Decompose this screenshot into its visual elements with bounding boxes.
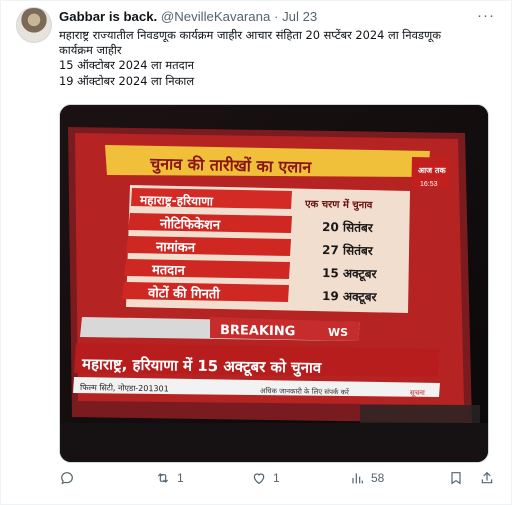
views-chart-icon xyxy=(352,473,363,484)
clock-text: 16:53 xyxy=(420,181,438,188)
like-count: 1 xyxy=(273,471,280,485)
like-button[interactable]: 1 xyxy=(251,470,280,486)
channel-logo-text: आज तक xyxy=(418,166,446,175)
retweet-count: 1 xyxy=(177,471,184,485)
tweet-text-line: 15 ऑक्टोबर 2024 ला मतदान xyxy=(59,58,194,73)
tweet-media-photo[interactable]: चुनाव की तारीखों का एलान आज तक 16:53 महा… xyxy=(59,104,489,463)
tv-row-value: 20 सितंबर xyxy=(322,220,374,235)
tv-row-label: नामांकन xyxy=(155,239,196,256)
bookmark-button[interactable] xyxy=(448,470,464,486)
reply-icon xyxy=(61,472,73,485)
tv-row-label: मतदान xyxy=(151,263,186,279)
share-button[interactable] xyxy=(479,470,495,486)
views-count: 58 xyxy=(371,471,385,485)
bookmark-icon xyxy=(451,472,461,485)
news-tag: WS xyxy=(328,326,348,339)
table-header-left: महाराष्ट्र-हरियाणा xyxy=(139,193,214,208)
views-button[interactable]: 58 xyxy=(349,470,384,486)
tweet-actions: 1 1 58 xyxy=(59,470,499,492)
breaking-label: BREAKING xyxy=(220,323,296,339)
tv-row-value: 27 सितंबर xyxy=(322,243,374,258)
tv-row-value: 15 अक्टूबर xyxy=(322,266,378,282)
tweet-date[interactable]: Jul 23 xyxy=(282,9,317,24)
tweet-text: महाराष्ट्र राज्यातील निवडणूक कार्यक्रम ज… xyxy=(59,28,499,89)
footer-mid: अधिक जानकारी के लिए संपर्क करें xyxy=(260,386,349,396)
footer-left: फिल्म सिटी, नोएडा-201301 xyxy=(80,382,169,393)
retweet-icon xyxy=(157,473,169,483)
tweet-header: Gabbar is back. @NevilleKavarana · Jul 2… xyxy=(59,9,317,24)
tv-row-label: वोटों की गिनती xyxy=(147,285,221,302)
header-separator: · xyxy=(273,9,279,24)
heart-icon xyxy=(253,473,265,485)
tweet-card[interactable]: Gabbar is back. @NevilleKavarana · Jul 2… xyxy=(0,0,512,505)
tv-row-label: नोटिफिकेशन xyxy=(159,216,221,233)
retweet-button[interactable]: 1 xyxy=(155,470,184,486)
tweet-text-line: कार्यक्रम जाहीर xyxy=(59,43,122,58)
reply-button[interactable] xyxy=(59,470,81,486)
tweet-text-line: 19 ऑक्टोबर 2024 ला निकाल xyxy=(59,73,195,88)
tweet-text-line: महाराष्ट्र राज्यातील निवडणूक कार्यक्रम ज… xyxy=(59,28,441,42)
more-options-icon[interactable]: ··· xyxy=(477,7,495,24)
share-icon xyxy=(481,471,493,484)
user-handle[interactable]: @NevilleKavarana xyxy=(161,9,270,24)
avatar[interactable] xyxy=(16,7,52,43)
tv-row-value: 19 अक्टूबर xyxy=(322,289,378,305)
tv-row-label-band xyxy=(124,259,290,279)
footer-right: सूचना xyxy=(410,389,425,397)
display-name[interactable]: Gabbar is back. xyxy=(59,9,157,24)
tv-screen-photo: चुनाव की तारीखों का एलान आज तक 16:53 महा… xyxy=(60,105,488,462)
tv-row-label-band xyxy=(126,236,291,256)
table-header-right: एक चरण में चुनाव xyxy=(304,197,373,211)
